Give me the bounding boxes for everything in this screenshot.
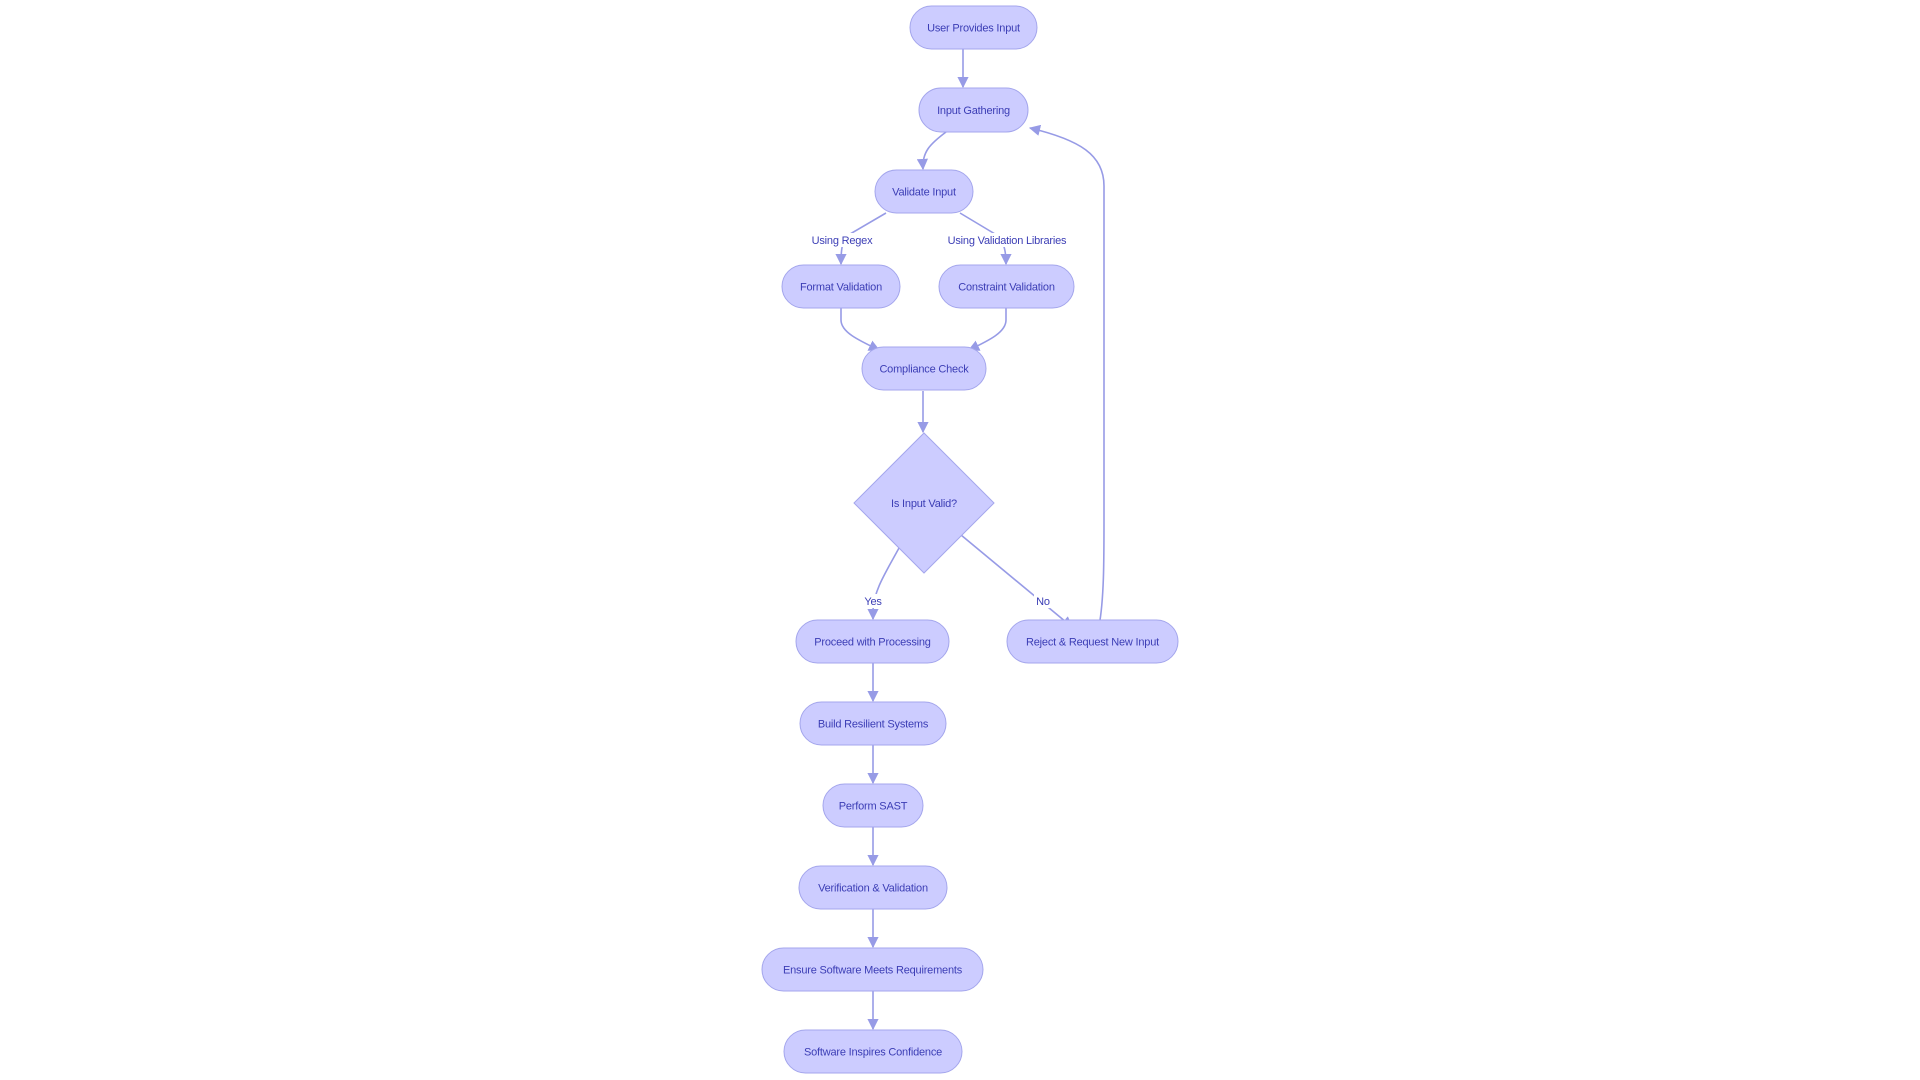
- node-compliance-check[interactable]: Compliance Check: [861, 346, 987, 391]
- node-label: Build Resilient Systems: [818, 719, 929, 731]
- node-label: Compliance Check: [879, 364, 969, 376]
- node-input-gathering[interactable]: Input Gathering: [918, 87, 1029, 133]
- edge-gathering-to-validate: [916, 131, 947, 171]
- node-proceed-with-processing[interactable]: Proceed with Processing: [795, 619, 950, 664]
- edge-reject-to-gathering: [1028, 124, 1105, 627]
- node-label: Perform SAST: [839, 801, 908, 813]
- node-label: Constraint Validation: [958, 282, 1055, 294]
- edge-label-yes: Yes: [864, 596, 882, 608]
- node-build-resilient-systems[interactable]: Build Resilient Systems: [799, 701, 947, 746]
- edge-format-to-compliance: [840, 308, 881, 351]
- node-software-inspires-confidence[interactable]: Software Inspires Confidence: [783, 1029, 963, 1074]
- edge-label-using-regex: Using Regex: [812, 235, 873, 247]
- edge-line: [1028, 124, 1105, 627]
- node-label: Software Inspires Confidence: [804, 1047, 942, 1059]
- node-label: Ensure Software Meets Requirements: [783, 965, 963, 977]
- edge-line: [916, 131, 947, 171]
- node-user-provides-input[interactable]: User Provides Input: [909, 5, 1038, 50]
- node-label: Validate Input: [892, 187, 956, 199]
- edge-line: [840, 308, 881, 351]
- node-is-input-valid-decision[interactable]: Is Input Valid?: [853, 432, 995, 574]
- edge-line: [867, 547, 900, 621]
- node-ensure-software-meets-requirements[interactable]: Ensure Software Meets Requirements: [761, 947, 984, 992]
- node-format-validation[interactable]: Format Validation: [781, 264, 901, 309]
- node-validate-input[interactable]: Validate Input: [874, 169, 974, 214]
- edge-constraint-to-compliance: [967, 308, 1007, 351]
- node-reject-request-new-input[interactable]: Reject & Request New Input: [1006, 619, 1179, 664]
- edge-label-using-validation-libraries: Using Validation Libraries: [948, 235, 1067, 247]
- edge-decision-to-proceed: [867, 547, 900, 621]
- node-perform-sast[interactable]: Perform SAST: [822, 783, 924, 828]
- node-label: User Provides Input: [927, 23, 1020, 35]
- node-verification-validation[interactable]: Verification & Validation: [798, 865, 948, 910]
- node-label: Proceed with Processing: [814, 637, 931, 649]
- node-label: Reject & Request New Input: [1026, 637, 1159, 649]
- node-constraint-validation[interactable]: Constraint Validation: [938, 264, 1075, 309]
- node-label: Format Validation: [800, 282, 882, 294]
- edge-line: [954, 529, 1073, 628]
- node-label: Input Gathering: [937, 105, 1010, 117]
- node-label: Is Input Valid?: [891, 498, 957, 510]
- node-label: Verification & Validation: [818, 883, 928, 895]
- edge-label-no: No: [1036, 596, 1050, 608]
- edge-line: [967, 308, 1007, 351]
- flowchart-diagram: Using Regex Using Validation Libraries Y…: [761, 5, 1179, 1074]
- edge-decision-to-reject: [954, 529, 1073, 628]
